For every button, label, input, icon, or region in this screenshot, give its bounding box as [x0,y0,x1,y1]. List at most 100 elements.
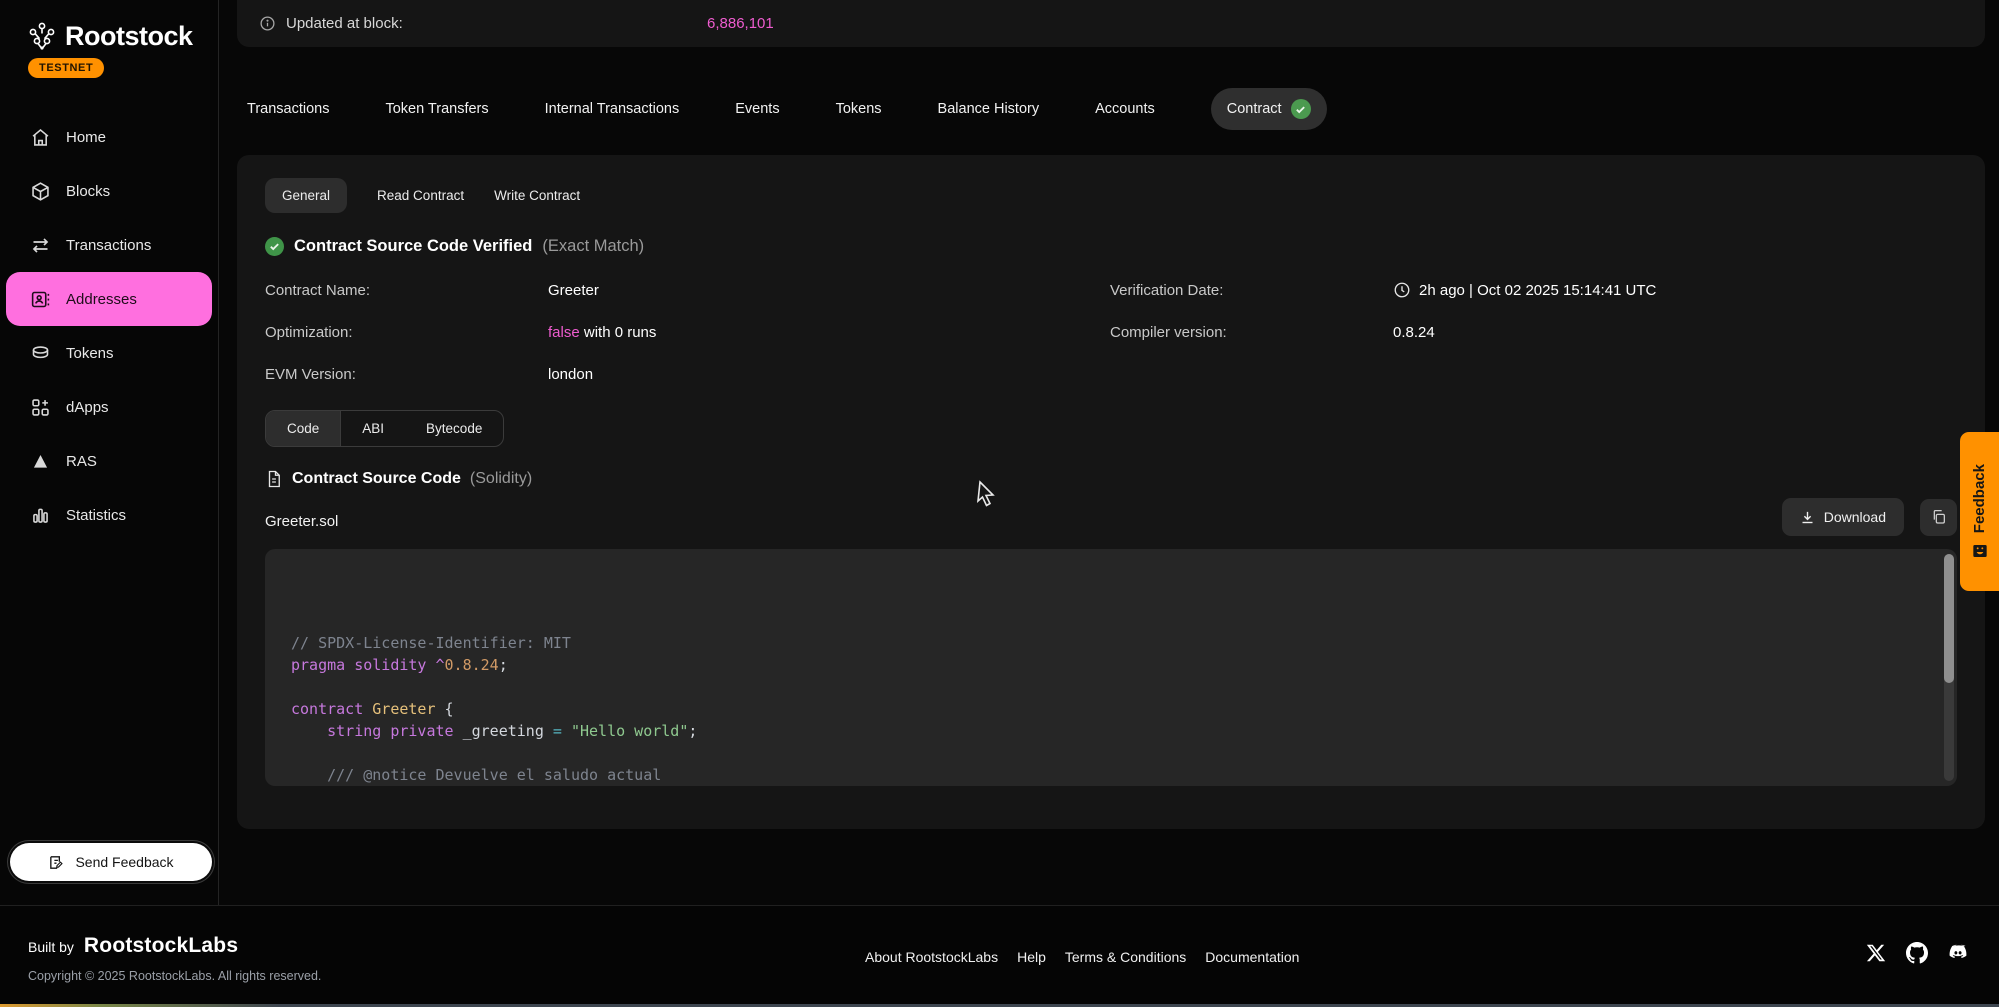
code-tab-code[interactable]: Code [266,411,341,446]
sidebar-item-label: Home [66,129,106,146]
tab-label: Token Transfers [385,101,488,117]
source-code-viewer[interactable]: // SPDX-License-Identifier: MITpragma so… [265,549,1957,786]
send-feedback-button[interactable]: Send Feedback [10,843,212,881]
code-line: pragma solidity ^0.8.24; [291,654,1931,676]
file-row: Greeter.sol Download [265,498,1957,536]
footer: Built by RootstockLabs Copyright © 2025 … [0,905,1999,1007]
sidebar-item-blocks[interactable]: Blocks [0,164,218,218]
rootstocklabs-wordmark[interactable]: RootstockLabs [84,934,238,958]
code-line [291,676,1931,698]
grid-plus-icon [30,397,51,418]
tab-token-transfers[interactable]: Token Transfers [385,101,488,117]
detail-label: Verification Date: [1110,282,1393,299]
testnet-badge: TESTNET [28,58,104,78]
code-tab-bytecode[interactable]: Bytecode [405,411,503,446]
code-line: contract Greeter { [291,698,1931,720]
clock-icon [1393,281,1411,299]
download-button[interactable]: Download [1782,498,1904,536]
tab-accounts[interactable]: Accounts [1095,101,1155,117]
code-scrollbar-thumb[interactable] [1944,554,1954,683]
updated-block-label: Updated at block: [286,15,403,32]
code-line: // SPDX-License-Identifier: MIT [291,632,1931,654]
source-title: Contract Source Code [292,470,461,488]
code-line: /// @notice Devuelve el saludo actual [291,764,1931,786]
code-tab-abi[interactable]: ABI [341,411,405,446]
sidebar-item-home[interactable]: Home [0,110,218,164]
verified-banner: Contract Source Code Verified (Exact Mat… [265,237,1957,256]
detail-value: london [548,366,593,383]
detail-label: Compiler version: [1110,324,1393,341]
download-icon [1800,510,1815,525]
detail-value: false with 0 runs [548,324,656,341]
feedback-face-icon [1972,543,1988,559]
main-content: Updated at block: 6,886,101 Transactions… [219,0,1999,905]
sidebar-nav: Home Blocks Transactions Addresses Tokens dAp… [0,110,218,542]
brand-name: Rootstock [65,21,193,52]
footer-links: About RootstockLabs Help Terms & Condition… [865,949,1299,965]
address-tabs: Transactions Token Transfers Internal Tran… [247,88,1327,130]
brand-logo[interactable]: Rootstock [0,0,218,52]
rootstock-logo-icon [26,20,58,52]
contract-panel: General Read Contract Write Contract Contr… [237,155,1985,829]
discord-icon[interactable] [1947,942,1969,964]
sidebar: Rootstock TESTNET Home Blocks Transactions… [0,0,219,905]
tab-internal-transactions[interactable]: Internal Transactions [545,101,680,117]
bar-chart-icon [30,505,51,526]
contact-card-icon [30,289,51,310]
footer-link-about-rootstocklabs[interactable]: About RootstockLabs [865,949,998,965]
code-view-switch: CodeABIBytecode [265,410,504,447]
tab-label: Tokens [836,101,882,117]
sidebar-item-label: Transactions [66,237,151,254]
verified-check-icon [265,237,284,256]
tab-label: Contract [1227,101,1282,117]
triangle-icon [30,451,51,472]
x-icon[interactable] [1865,942,1887,964]
block-number-link[interactable]: 6,886,101 [707,15,774,32]
footer-link-documentation[interactable]: Documentation [1205,949,1299,965]
subtab-read-contract[interactable]: Read Contract [377,178,464,213]
verified-title: Contract Source Code Verified [294,237,532,256]
sidebar-item-label: RAS [66,453,97,470]
tab-transactions[interactable]: Transactions [247,101,329,117]
tab-events[interactable]: Events [735,101,779,117]
code-line: string private _greeting = "Hello world"… [291,720,1931,742]
copy-code-button[interactable] [1920,499,1957,536]
sidebar-item-dapps[interactable]: dApps [0,380,218,434]
sidebar-item-tokens[interactable]: Tokens [0,326,218,380]
edit-note-icon [48,854,65,871]
code-scrollbar[interactable] [1944,554,1954,781]
sidebar-item-label: Blocks [66,183,110,200]
footer-link-help[interactable]: Help [1017,949,1046,965]
footer-link-terms-conditions[interactable]: Terms & Conditions [1065,949,1186,965]
rootstock-explorer-page: Rootstock TESTNET Home Blocks Transactions… [0,0,1999,1007]
copy-icon [1931,509,1947,525]
sidebar-item-addresses[interactable]: Addresses [6,272,212,326]
sidebar-item-ras[interactable]: RAS [0,434,218,488]
source-language: (Solidity) [470,470,532,488]
feedback-tab-label: Feedback [1971,464,1988,533]
detail-row: Contract Name:Greeter [265,269,1110,311]
home-icon [30,127,51,148]
sidebar-item-transactions[interactable]: Transactions [0,218,218,272]
github-icon[interactable] [1906,942,1928,964]
download-label: Download [1824,509,1886,525]
send-feedback-label: Send Feedback [75,854,173,870]
tab-balance-history[interactable]: Balance History [938,101,1040,117]
detail-label: Contract Name: [265,282,548,299]
sidebar-item-label: Tokens [66,345,114,362]
tab-contract[interactable]: Contract [1211,88,1327,130]
tab-label: Events [735,101,779,117]
feedback-side-tab[interactable]: Feedback [1960,432,1999,591]
detail-value: Greeter [548,282,599,299]
info-icon [259,15,276,32]
subtab-general[interactable]: General [265,178,347,213]
tab-label: Accounts [1095,101,1155,117]
tab-label: Transactions [247,101,329,117]
document-icon [265,470,283,488]
sidebar-item-statistics[interactable]: Statistics [0,488,218,542]
copyright-text: Copyright © 2025 RootstockLabs. All righ… [28,969,321,983]
swap-arrows-icon [30,235,51,256]
tab-tokens[interactable]: Tokens [836,101,882,117]
subtab-write-contract[interactable]: Write Contract [494,178,580,213]
sidebar-item-label: Addresses [66,291,137,308]
